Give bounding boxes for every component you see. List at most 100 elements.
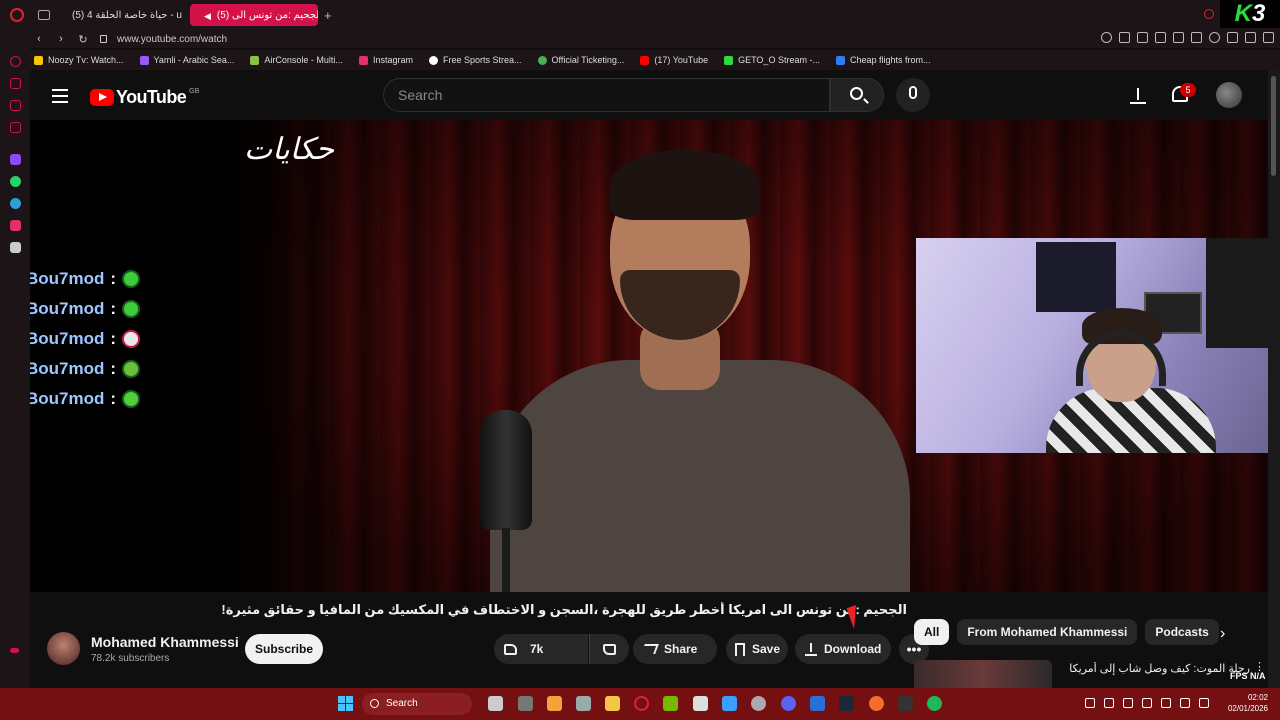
windows-start-icon[interactable] xyxy=(338,696,353,711)
like-button[interactable]: 7k xyxy=(494,634,588,664)
chip-podcasts[interactable]: Podcasts xyxy=(1145,619,1219,645)
bookmark-item[interactable]: Official Ticketing... xyxy=(537,55,624,65)
new-tab-button[interactable]: + xyxy=(324,8,332,23)
save-button[interactable]: Save xyxy=(726,634,788,664)
url-field[interactable]: www.youtube.com/watch xyxy=(117,34,227,45)
origin-icon[interactable] xyxy=(869,696,884,711)
player-sidebar-icon[interactable] xyxy=(10,122,21,133)
bookmark-item[interactable]: Cheap flights from... xyxy=(835,55,931,65)
instagram-icon[interactable] xyxy=(10,220,21,231)
dislike-button[interactable] xyxy=(589,634,629,664)
clock-date: 02/01/2026 xyxy=(1227,704,1268,713)
chrome-icon[interactable] xyxy=(751,696,766,711)
upload-icon[interactable] xyxy=(1130,86,1146,104)
tray-chevron-icon[interactable] xyxy=(1085,698,1095,708)
taskbar-search[interactable]: Search xyxy=(362,693,472,715)
opera-logo-icon[interactable] xyxy=(10,8,24,22)
account-avatar[interactable] xyxy=(1216,82,1242,108)
shield-icon[interactable] xyxy=(1173,32,1184,43)
player-icon[interactable] xyxy=(1191,32,1202,43)
file-explorer-icon[interactable] xyxy=(605,696,620,711)
channel-name[interactable]: Mohamed Khammessi xyxy=(91,634,239,650)
download-button[interactable]: Download xyxy=(795,634,891,664)
video-player[interactable]: حكايات KBou7mod: KBou7mod: KBou7mod: KBo… xyxy=(30,120,1268,592)
settings-icon[interactable] xyxy=(576,696,591,711)
forward-icon[interactable]: › xyxy=(56,33,66,45)
heart-icon[interactable] xyxy=(1209,32,1220,43)
copilot-icon[interactable] xyxy=(547,696,562,711)
tab-active[interactable]: ◀ (5) الجحيم :من تونس الى xyxy=(190,4,318,26)
extensions-icon[interactable] xyxy=(1227,32,1238,43)
discord-icon[interactable] xyxy=(10,242,21,253)
recommended-thumbnail[interactable] xyxy=(914,660,1052,688)
bookmark-item[interactable]: Yamli - Arabic Sea... xyxy=(139,55,234,65)
microphone-icon xyxy=(909,86,917,99)
download-icon[interactable] xyxy=(1245,32,1256,43)
search-input[interactable] xyxy=(398,79,829,111)
microphone-tray-icon[interactable] xyxy=(1123,698,1133,708)
battery-icon[interactable] xyxy=(1199,698,1209,708)
subscribe-button[interactable]: Subscribe xyxy=(245,634,323,664)
speaker-icon[interactable]: ◀ xyxy=(204,11,211,21)
zoom-icon[interactable] xyxy=(1101,32,1112,43)
app-icon[interactable] xyxy=(722,696,737,711)
network-icon[interactable] xyxy=(1104,698,1114,708)
vpn-icon[interactable] xyxy=(1155,32,1166,43)
bookmark-item[interactable]: GETO_O Stream -... xyxy=(724,55,820,65)
reload-icon[interactable]: ↻ xyxy=(78,33,88,46)
menu-hamburger-icon[interactable] xyxy=(52,89,68,107)
snapshot-icon[interactable] xyxy=(1137,32,1148,43)
tab-inactive[interactable]: (5) حياة خاصة الحلقة 4 - ube xyxy=(58,4,182,26)
steam-icon[interactable] xyxy=(839,696,854,711)
taskbar-clock[interactable]: 02:02 02/01/2026 xyxy=(1218,692,1268,714)
epic-games-icon[interactable] xyxy=(898,696,913,711)
bookmark-item[interactable]: (17) YouTube xyxy=(640,55,708,65)
pin-icon[interactable] xyxy=(1119,32,1130,43)
video-title: الجحيم :من تونس الى امريكا أخطر طريق لله… xyxy=(47,602,907,624)
gx-control-icon[interactable] xyxy=(10,100,21,111)
recommended-title[interactable]: رحلة الموت: كيف وصل شاب إلى أمريكا xyxy=(1060,662,1250,675)
bookmark-item[interactable]: Noozy Tv: Watch... xyxy=(34,55,124,65)
volume-icon[interactable] xyxy=(1180,698,1190,708)
bookmark-item[interactable]: Instagram xyxy=(358,55,413,65)
gx-corner-icon[interactable] xyxy=(10,78,21,89)
opera-gx-icon[interactable] xyxy=(634,696,649,711)
lock-icon[interactable] xyxy=(100,35,107,43)
k3-logo-3: 3 xyxy=(1251,0,1266,27)
task-view-icon[interactable] xyxy=(518,696,533,711)
chevron-right-icon[interactable]: › xyxy=(1220,625,1225,643)
search-button[interactable] xyxy=(830,78,884,112)
tab-search-icon[interactable] xyxy=(1204,9,1214,19)
recommended-video[interactable]: رحلة الموت: كيف وصل شاب إلى أمريكا ⋮ xyxy=(914,658,1268,688)
spotify-icon[interactable] xyxy=(927,696,942,711)
share-button[interactable]: Share xyxy=(633,634,717,664)
menu-icon[interactable] xyxy=(1263,32,1274,43)
scrollbar-thumb[interactable] xyxy=(1271,76,1276,176)
whatsapp-icon[interactable] xyxy=(10,176,21,187)
bookmark-favicon-icon xyxy=(724,55,734,65)
wifi-icon[interactable] xyxy=(1161,698,1171,708)
aria-icon[interactable] xyxy=(10,56,21,67)
discord-icon[interactable] xyxy=(781,696,796,711)
store-icon[interactable] xyxy=(693,696,708,711)
tab-manager-icon[interactable] xyxy=(38,10,50,20)
app-icon[interactable] xyxy=(810,696,825,711)
chat-separator: : xyxy=(110,359,117,378)
telegram-icon[interactable] xyxy=(10,198,21,209)
bookmark-item[interactable]: AirConsole - Multi... xyxy=(250,55,343,65)
widgets-icon[interactable] xyxy=(488,696,503,711)
twitch-icon[interactable] xyxy=(10,154,21,165)
location-icon[interactable] xyxy=(1142,698,1152,708)
page-scrollbar[interactable] xyxy=(1268,70,1280,688)
youtube-logo[interactable]: YouTube GB xyxy=(90,87,199,108)
back-icon[interactable]: ‹ xyxy=(34,33,44,45)
channel-avatar[interactable] xyxy=(47,632,80,665)
gx-sidebar-icon[interactable] xyxy=(10,648,19,653)
nvidia-icon[interactable] xyxy=(663,696,678,711)
bookmark-label: (17) YouTube xyxy=(654,55,709,65)
bookmark-item[interactable]: Free Sports Strea... xyxy=(428,55,522,65)
chip-from-channel[interactable]: From Mohamed Khammessi xyxy=(957,619,1138,645)
voice-search-button[interactable] xyxy=(896,78,930,112)
chip-all[interactable]: All xyxy=(914,619,950,645)
chat-message: KBou7mod: xyxy=(30,354,141,384)
